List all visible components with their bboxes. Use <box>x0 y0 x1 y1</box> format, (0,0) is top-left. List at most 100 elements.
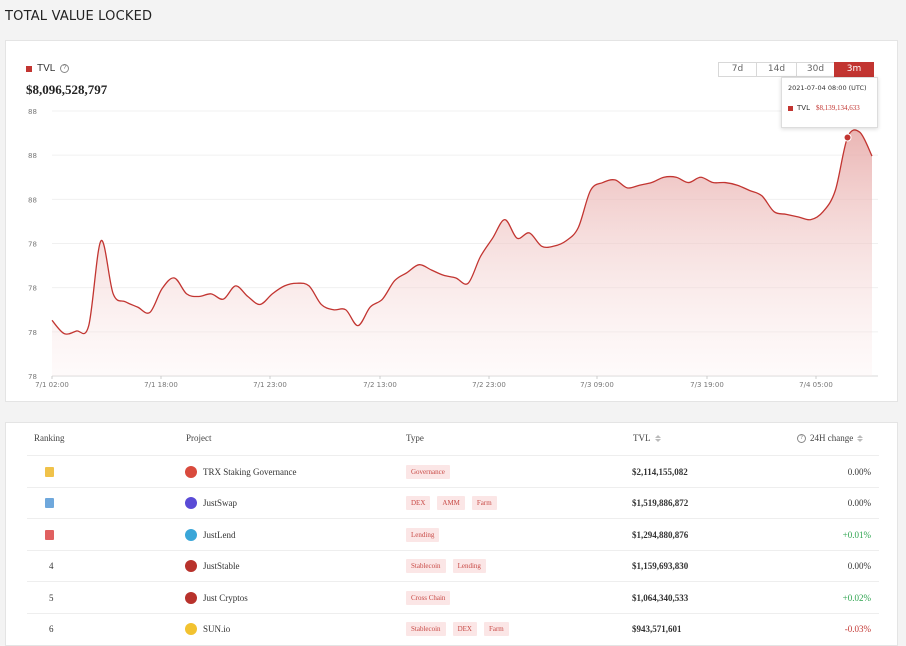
type-tag: DEX <box>452 622 477 636</box>
rank-medal-icon <box>45 466 54 477</box>
x-tick-label: 7/1 02:00 <box>35 381 69 389</box>
project-cell[interactable]: TRX Staking Governance <box>185 456 296 487</box>
type-cell: Governance <box>406 456 457 487</box>
type-tag: Cross Chain <box>406 590 451 605</box>
x-tick-label: 7/2 23:00 <box>472 381 506 389</box>
tooltip-date: 2021-07-04 08:00 (UTC) <box>788 84 867 92</box>
project-cell[interactable]: Just Cryptos <box>185 582 248 613</box>
rank-medal-icon <box>45 529 54 540</box>
project-cell[interactable]: JustSwap <box>185 488 237 519</box>
type-tag: Farm <box>483 622 509 636</box>
y-tick-label: 78 <box>28 241 37 249</box>
y-tick-label: 88 <box>28 108 37 116</box>
rank-number: 4 <box>49 561 54 571</box>
rank-cell <box>45 519 54 550</box>
x-tick-label: 7/1 18:00 <box>144 381 178 389</box>
juststable-icon <box>185 560 197 572</box>
project-name[interactable]: Just Cryptos <box>203 593 248 603</box>
type-cell: Stablecoin DEX Farm <box>406 614 516 645</box>
table-row[interactable]: TRX Staking Governance Governance $2,114,1… <box>27 455 879 487</box>
table-row[interactable]: JustSwap DEX AMM Farm $1,519,886,872 0.00% <box>27 486 879 519</box>
tvl-chart-card: TVL ? $8,096,528,797 7d 14d 30d 3m 88 88 88 78… <box>5 40 898 402</box>
type-tag: Stablecoin <box>406 559 446 573</box>
table-row[interactable]: 4 JustStable Stablecoin Lending $1,159,693,8… <box>27 549 879 582</box>
rank-cell <box>45 488 54 519</box>
trx-icon <box>185 465 197 478</box>
type-tag: DEX <box>406 496 431 510</box>
justcryptos-icon <box>185 591 197 604</box>
x-tick-label: 7/1 23:00 <box>253 381 287 389</box>
header-project: Project <box>186 433 212 443</box>
rank-cell: 4 <box>49 551 54 582</box>
rank-cell: 5 <box>49 582 54 613</box>
rank-cell <box>45 456 54 487</box>
tooltip-swatch <box>788 105 793 111</box>
project-cell[interactable]: SUN.io <box>185 614 230 645</box>
project-cell[interactable]: JustLend <box>185 519 236 550</box>
sort-icon[interactable] <box>857 434 864 442</box>
header-type: Type <box>406 433 424 443</box>
y-tick-label: 78 <box>28 285 37 293</box>
y-tick-label: 78 <box>28 329 37 337</box>
tvl-cell: $1,519,886,872 <box>632 498 689 508</box>
project-name[interactable]: SUN.io <box>203 624 230 634</box>
sort-icon[interactable] <box>654 434 661 442</box>
tooltip-value: $8,139,134,633 <box>815 104 860 112</box>
help-icon[interactable]: ? <box>797 433 806 443</box>
projects-table: Ranking Project Type TVL ? 24H change TR… <box>5 422 898 646</box>
x-tick-label: 7/4 05:00 <box>799 381 833 389</box>
rank-cell: 6 <box>49 614 54 645</box>
change-cell: 0.00% <box>847 498 871 508</box>
type-tag: Farm <box>471 496 497 510</box>
tooltip-row: TVL $8,139,134,633 <box>788 104 871 112</box>
type-cell: Cross Chain <box>406 582 457 613</box>
change-cell: +0.01% <box>842 529 871 540</box>
type-tag: Lending <box>452 559 486 573</box>
type-tag: Governance <box>406 464 450 479</box>
header-24h-change[interactable]: ? 24H change <box>797 433 864 443</box>
header-tvl[interactable]: TVL <box>633 433 661 443</box>
tvl-cell: $943,571,601 <box>632 624 682 634</box>
rank-medal-icon <box>45 498 54 508</box>
justlend-icon <box>185 528 197 541</box>
type-cell: Lending <box>406 519 446 550</box>
sun-icon <box>185 623 197 635</box>
tvl-cell: $2,114,155,082 <box>632 466 688 477</box>
rank-number: 5 <box>49 592 54 603</box>
y-tick-label: 88 <box>28 196 37 204</box>
table-row[interactable]: JustLend Lending $1,294,880,876 +0.01% <box>27 518 879 550</box>
tvl-area-fill <box>52 129 872 376</box>
y-tick-label: 88 <box>28 152 37 160</box>
type-tag: Stablecoin <box>406 622 446 636</box>
table-row[interactable]: 5 Just Cryptos Cross Chain $1,064,340,533 +0… <box>27 581 879 613</box>
type-cell: DEX AMM Farm <box>406 488 504 519</box>
type-tag: Lending <box>406 527 440 542</box>
header-ranking: Ranking <box>34 433 65 443</box>
y-tick-label: 78 <box>28 373 37 381</box>
project-name[interactable]: JustSwap <box>203 498 237 508</box>
rank-number: 6 <box>49 624 54 634</box>
x-tick-label: 7/3 19:00 <box>690 381 724 389</box>
highlighted-data-point[interactable] <box>843 133 852 142</box>
change-cell: -0.03% <box>844 624 871 634</box>
change-cell: +0.02% <box>842 592 871 603</box>
type-tag: AMM <box>437 496 465 510</box>
tvl-cell: $1,159,693,830 <box>632 561 689 571</box>
tvl-area-chart[interactable]: 888888787878787/1 02:00 7/1 18:00 7/1 23:0… <box>6 41 899 403</box>
x-tick-label: 7/3 09:00 <box>580 381 614 389</box>
tvl-cell: $1,294,880,876 <box>632 529 689 540</box>
justswap-icon <box>185 497 197 509</box>
chart-tooltip: 2021-07-04 08:00 (UTC) TVL $8,139,134,63… <box>781 77 878 128</box>
project-cell[interactable]: JustStable <box>185 551 240 582</box>
project-name[interactable]: JustStable <box>203 561 240 571</box>
tooltip-series-label: TVL <box>797 104 810 112</box>
table-row[interactable]: 6 SUN.io Stablecoin DEX Farm $943,571,601 -0.0… <box>27 612 879 645</box>
change-cell: 0.00% <box>847 561 871 571</box>
x-tick-label: 7/2 13:00 <box>363 381 397 389</box>
tvl-cell: $1,064,340,533 <box>632 592 689 603</box>
page-title: TOTAL VALUE LOCKED <box>5 9 153 24</box>
change-cell: 0.00% <box>847 466 871 477</box>
project-name[interactable]: TRX Staking Governance <box>203 467 296 477</box>
type-cell: Stablecoin Lending <box>406 551 493 582</box>
project-name[interactable]: JustLend <box>203 530 236 540</box>
